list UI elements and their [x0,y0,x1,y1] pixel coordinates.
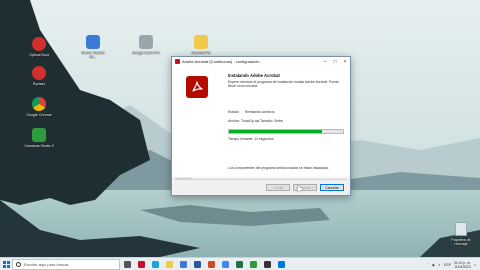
taskbar-app[interactable] [232,258,246,270]
calendar-icon [277,260,285,268]
taskbar-app[interactable] [218,258,232,270]
desktop-icon-ryzlaer[interactable]: Ryzlaer [24,66,54,86]
desktop-icon-google-earth[interactable]: Google Earth Pro [131,35,161,55]
excel-icon [235,260,243,268]
optical-boot-icon [32,37,46,51]
terminal-icon [263,260,271,268]
volume-icon[interactable]: ♬ [438,263,441,267]
desktop-icon-tutorial[interactable]: Nuevo Tutorial de... [78,35,108,59]
close-icon[interactable]: × [340,57,350,66]
status-row: Estado: Revisando archivos [228,110,275,114]
installer-content: Instalando Adobe Acrobat Espere mientras… [172,66,350,177]
acrobat-taskbar-icon [137,260,145,268]
desktop-icon-acrobat-folder[interactable]: Acrobat.Pro [186,35,216,55]
taskbar-app[interactable] [246,258,260,270]
desktop-icon-label: Google Chrome [26,113,52,117]
maximize-icon[interactable]: □ [330,57,340,66]
taskbar-app[interactable] [176,258,190,270]
desktop-icon-label: Acrobat.Pro [191,51,211,55]
clock-date: 11/04/2023 [454,264,471,269]
install-progress-bar [228,129,344,134]
taskbar-app[interactable] [260,258,274,270]
chrome-taskbar-icon [221,260,229,268]
desktop-icon-label: Optical Boot [29,53,49,57]
acrobat-app-icon [175,59,180,64]
folder-icon [194,35,208,49]
acrobat-logo-icon [186,76,208,98]
taskbar-app[interactable] [274,258,288,270]
taskbar-app[interactable] [204,258,218,270]
clock[interactable]: 01:40 p. m. 11/04/2023 [454,261,471,269]
window-title: Adobe Acrobat (Continuous) - configuraci… [182,59,260,64]
clock-time: 01:40 p. m. [453,260,471,265]
taskbar-app[interactable] [190,258,204,270]
desktop-icon-recycle-bin[interactable]: Papelera de reciclaje [446,222,476,246]
desktop-icon-camtasia[interactable]: Camtasia Studio 9 [24,128,54,148]
start-button[interactable] [0,258,12,270]
chevron-up-icon[interactable]: ˆ [428,263,429,267]
desktop-icon-optical-boot[interactable]: Optical Boot [24,37,54,57]
network-icon[interactable]: ◉ [432,263,435,267]
window-titlebar[interactable]: Adobe Acrobat (Continuous) - configuraci… [172,57,350,66]
taskbar-app[interactable] [134,258,148,270]
chrome-icon [32,97,46,111]
taskbar: Escribe aquí para buscar. ˆ ◉ ♬ ESP 01:4… [0,257,480,270]
notifications-icon[interactable]: □ [474,263,476,267]
taskbar-app[interactable] [120,258,134,270]
status-value: Revisando archivos [244,110,275,114]
time-remaining: Tiempo restante: 13 segundos [228,137,274,141]
word-icon [193,260,201,268]
taskbar-search[interactable]: Escribe aquí para buscar. [12,258,120,270]
desktop-icon-label: Google Earth Pro [132,51,160,55]
divider [190,179,347,180]
desktop-icon-label: Papelera de reciclaje [451,238,471,246]
camtasia-taskbar-icon [249,260,257,268]
taskbar-app[interactable] [162,258,176,270]
recycle-bin-icon [455,222,467,236]
desktop-icon-chrome[interactable]: Google Chrome [24,97,54,117]
status-label: Estado: [228,110,240,114]
ryzlaer-icon [32,66,46,80]
install-heading: Instalando Adobe Acrobat [228,73,280,78]
file-info: Archivo: Touch2p.api Tamaño: 3orbe [228,119,283,123]
camtasia-icon [32,128,46,142]
back-button[interactable]: < Atrás [266,184,290,191]
progress-fill [229,130,323,133]
search-placeholder: Escribe aquí para buscar. [24,261,70,267]
installer-window: Adobe Acrobat (Continuous) - configuraci… [171,56,351,196]
language-indicator[interactable]: ESP [444,263,451,267]
desktop-icon-label: Ryzlaer [32,82,46,86]
store-icon [179,260,187,268]
search-icon [16,261,21,267]
tutorial-icon [86,35,100,49]
system-tray: ˆ ◉ ♬ ESP 01:40 p. m. 11/04/2023 □ [428,258,476,270]
windows-logo-icon [2,260,10,268]
cancel-button[interactable]: Cancelar [320,184,344,191]
minimize-icon[interactable]: – [320,57,330,66]
desktop-icon-label: Nuevo Tutorial de... [81,51,105,59]
install-description: Espere mientras el programa de instalaci… [228,80,339,89]
desktop-icon-label: Camtasia Studio 9 [24,144,54,148]
task-view-icon [123,260,131,268]
google-earth-icon [139,35,153,49]
edge-icon [151,260,159,268]
taskbar-app[interactable] [148,258,162,270]
install-note: Los componentes del programa seleccionad… [228,166,330,170]
file-explorer-icon [165,260,173,268]
powerpoint-icon [207,260,215,268]
